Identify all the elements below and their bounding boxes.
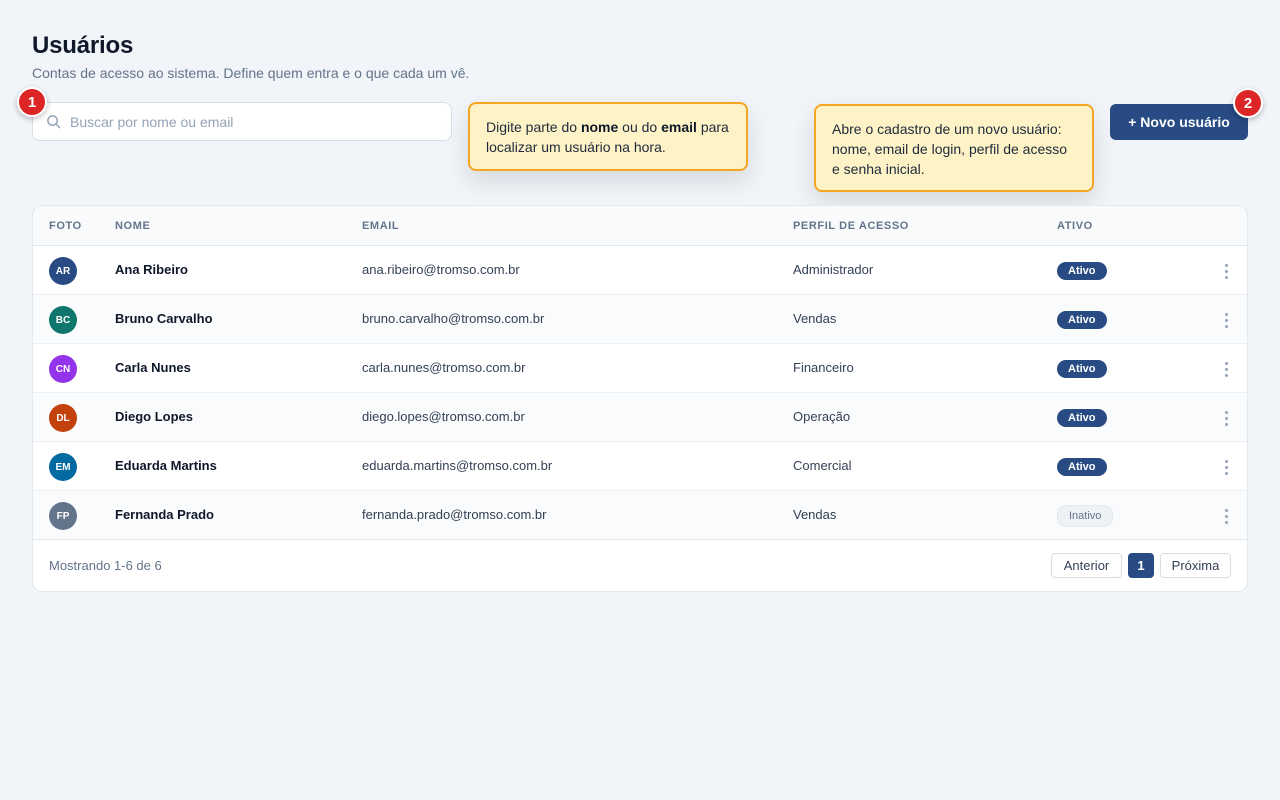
status-badge: Ativo [1057,262,1107,280]
kebab-dot [1224,416,1228,420]
kebab-dot [1224,263,1228,267]
user-email: bruno.carvalho@tromso.com.br [362,311,545,326]
page-subtitle: Contas de acesso ao sistema. Define quem… [32,65,470,81]
tooltip-text: Digite parte do [486,119,581,135]
kebab-dot [1224,508,1228,512]
kebab-dot [1224,514,1228,518]
users-table: FOTO NOME EMAIL PERFIL DE ACESSO ATIVO A… [32,205,1248,592]
kebab-dot [1224,459,1228,463]
search-tooltip: Digite parte do nome ou do email para lo… [468,102,748,171]
status-badge: Ativo [1057,311,1107,329]
more-options-icon[interactable] [1218,310,1234,330]
avatar: EM [49,453,77,481]
user-email: carla.nunes@tromso.com.br [362,360,526,375]
table-header: FOTO NOME EMAIL PERFIL DE ACESSO ATIVO [33,206,1247,246]
user-role: Comercial [793,458,852,473]
kebab-dot [1224,312,1228,316]
more-options-icon[interactable] [1218,457,1234,477]
user-role: Financeiro [793,360,854,375]
user-role: Vendas [793,311,837,326]
kebab-dot [1224,367,1228,371]
table-row[interactable]: EM Eduarda Martins eduarda.martins@tromso.… [33,442,1247,491]
kebab-dot [1224,520,1228,524]
user-name: Diego Lopes [115,409,194,424]
tooltip-text: ou do [618,119,662,135]
avatar: CN [49,355,77,383]
tooltip-bold-name: nome [580,119,619,135]
more-options-icon[interactable] [1218,261,1234,281]
status-badge: Ativo [1057,360,1107,378]
column-header-photo: FOTO [49,220,82,232]
table-row[interactable]: CN Carla Nunes carla.nunes@tromso.com.br Fi… [33,344,1247,393]
user-role: Administrador [793,262,874,277]
page-1-button[interactable]: 1 [1128,553,1154,578]
page-title: Usuários [32,32,134,59]
user-email: eduarda.martins@tromso.com.br [362,458,553,473]
column-header-active: ATIVO [1057,220,1093,232]
new-user-tooltip: Abre o cadastro de um novo usuário: nome… [814,104,1094,192]
status-badge: Ativo [1057,409,1107,427]
more-options-icon[interactable] [1218,408,1234,428]
table-footer: Mostrando 1-6 de 6 Anterior 1 Próxima [33,540,1247,591]
kebab-dot [1224,269,1228,273]
more-options-icon[interactable] [1218,359,1234,379]
avatar: BC [49,306,77,334]
avatar: DL [49,404,77,432]
status-badge: Inativo [1057,505,1114,527]
avatar: FP [49,502,77,530]
kebab-dot [1224,324,1228,328]
previous-page-button[interactable]: Anterior [1051,553,1122,578]
user-name: Carla Nunes [115,360,191,375]
user-role: Operação [793,409,851,424]
status-badge: Ativo [1057,458,1107,476]
new-user-button[interactable]: + Novo usuário [1110,104,1248,140]
user-name: Ana Ribeiro [115,262,188,277]
tooltip-bold-email: email [661,119,697,135]
kebab-dot [1224,318,1228,322]
user-email: ana.ribeiro@tromso.com.br [362,262,520,277]
column-header-role: PERFIL DE ACESSO [793,220,909,232]
kebab-dot [1224,422,1228,426]
kebab-dot [1224,275,1228,279]
kebab-dot [1224,465,1228,469]
kebab-dot [1224,361,1228,365]
table-row[interactable]: AR Ana Ribeiro ana.ribeiro@tromso.com.br Ad… [33,246,1247,295]
kebab-dot [1224,471,1228,475]
table-row[interactable]: BC Bruno Carvalho bruno.carvalho@tromso.co… [33,295,1247,344]
user-name: Eduarda Martins [115,458,217,473]
user-name: Fernanda Prado [115,507,214,522]
more-options-icon[interactable] [1218,506,1234,526]
user-email: fernanda.prado@tromso.com.br [362,507,547,522]
kebab-dot [1224,410,1228,414]
user-role: Vendas [793,507,837,522]
table-row[interactable]: FP Fernanda Prado fernanda.prado@tromso.co… [33,491,1247,540]
avatar: AR [49,257,77,285]
column-header-name: NOME [115,220,151,232]
user-name: Bruno Carvalho [115,311,213,326]
step-badge-2: 2 [1233,88,1263,118]
pagination-info: Mostrando 1-6 de 6 [49,558,162,573]
column-header-email: EMAIL [362,220,400,232]
table-row[interactable]: DL Diego Lopes diego.lopes@tromso.com.br Op… [33,393,1247,442]
table-body: AR Ana Ribeiro ana.ribeiro@tromso.com.br Ad… [33,246,1247,540]
search-box[interactable] [32,102,452,141]
user-email: diego.lopes@tromso.com.br [362,409,525,424]
search-icon [47,115,61,129]
search-input[interactable] [70,113,430,130]
step-badge-1: 1 [17,87,47,117]
next-page-button[interactable]: Próxima [1160,553,1231,578]
kebab-dot [1224,373,1228,377]
